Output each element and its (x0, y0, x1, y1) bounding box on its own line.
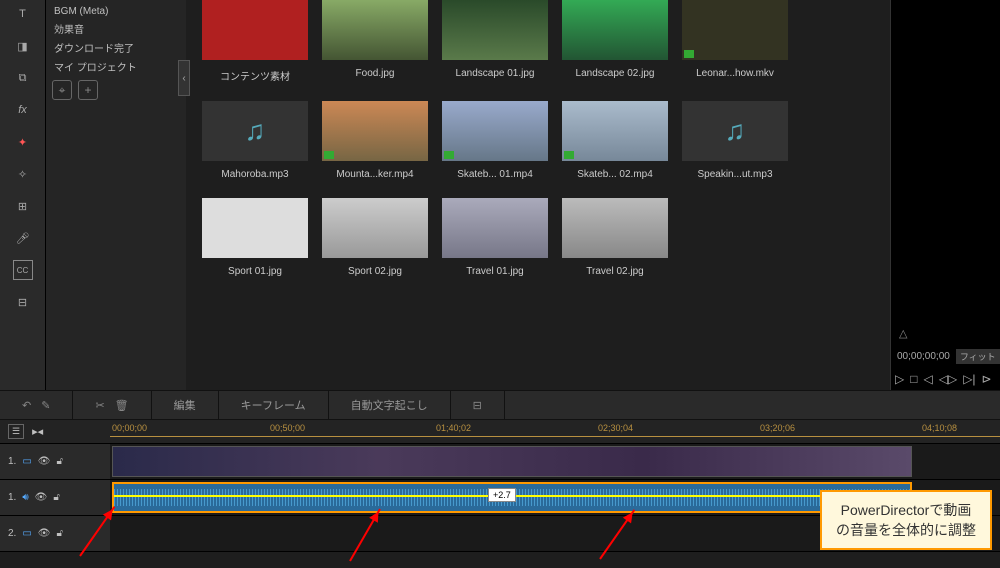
library-tree: BGM (Meta) 効果音 ダウンロード完了 マイ プロジェクト ‹ ⌖ + (46, 0, 186, 390)
next-icon[interactable]: ▷| (963, 372, 975, 386)
tree-item[interactable]: マイ プロジェクト (54, 57, 178, 76)
track-opts-icon[interactable]: ☰ (8, 424, 24, 439)
media-item[interactable]: Mahoroba.mp3 (202, 101, 308, 180)
media-item[interactable]: Landscape 01.jpg (442, 0, 548, 83)
media-tool-icon[interactable]: ⧉ (13, 68, 33, 88)
media-item[interactable]: Speakin...ut.mp3 (682, 101, 788, 180)
media-item[interactable]: Travel 02.jpg (562, 198, 668, 277)
timecode: 00;00;00;00 (897, 351, 950, 362)
media-item[interactable]: Mounta...ker.mp4 (322, 101, 428, 180)
media-item[interactable]: コンテンツ素材 (202, 0, 308, 83)
rec-icon[interactable]: ◁▷ (939, 372, 957, 386)
video-clip[interactable] (112, 446, 912, 477)
play-icon[interactable]: ▷ (895, 372, 904, 386)
volume-value: +2.7 (488, 488, 516, 502)
media-item[interactable]: Landscape 02.jpg (562, 0, 668, 83)
magic-tool-icon[interactable]: ✦ (13, 132, 33, 152)
media-item[interactable]: Skateb... 01.mp4 (442, 101, 548, 180)
media-item[interactable]: Skateb... 02.mp4 (562, 101, 668, 180)
snap-icon[interactable]: ▸◂ (32, 425, 43, 438)
end-icon[interactable]: ⊳ (982, 372, 992, 386)
more-icon[interactable]: ⊟ (473, 399, 482, 412)
video-track-icon[interactable]: ▭ (22, 456, 31, 467)
lock-icon[interactable]: 🔓︎ (57, 456, 63, 467)
media-item[interactable]: Sport 02.jpg (322, 198, 428, 277)
grid-tool-icon[interactable]: ⊟ (13, 292, 33, 312)
transcribe-button[interactable]: 自動文字起こし (351, 397, 428, 413)
eye-icon[interactable]: 👁︎ (35, 492, 48, 503)
trash-icon[interactable]: 🗑︎ (115, 399, 129, 412)
preview-panel: △ 00;00;00;00 フィット ▷ □ ◁ ◁▷ ▷| ⊳ (890, 0, 1000, 390)
lock-icon[interactable]: 🔓︎ (53, 492, 59, 503)
collapse-panel-icon[interactable]: ‹ (178, 60, 190, 96)
eye-icon[interactable]: 👁︎ (38, 456, 51, 467)
mic-tool-icon[interactable]: 🎤︎ (13, 228, 33, 248)
cut-icon[interactable]: ✂ (95, 399, 104, 412)
adjust-tool-icon[interactable]: ⊞ (13, 196, 33, 216)
keyframe-button[interactable]: キーフレーム (241, 397, 306, 413)
fx-tool-icon[interactable]: fx (13, 100, 33, 120)
tag-add-icon[interactable]: ⌖ (52, 80, 72, 100)
tree-item[interactable]: ダウンロード完了 (54, 38, 178, 57)
tag-tools: ⌖ + (52, 78, 98, 102)
text-tool-icon[interactable]: T (13, 4, 33, 24)
video-track-icon[interactable]: ▭ (22, 528, 31, 539)
undo-icon[interactable]: ↶ (22, 399, 31, 412)
sparkle-tool-icon[interactable]: ✧ (13, 164, 33, 184)
annotation-callout: PowerDirectorで動画 の音量を全体的に調整 (820, 490, 992, 550)
clip-tool-icon[interactable]: ◨ (13, 36, 33, 56)
stop-icon[interactable]: □ (910, 372, 917, 386)
media-item[interactable]: Travel 01.jpg (442, 198, 548, 277)
media-item[interactable]: Sport 01.jpg (202, 198, 308, 277)
media-item[interactable]: Leonar...how.mkv (682, 0, 788, 83)
marker-icon[interactable]: △ (899, 327, 907, 340)
media-item[interactable]: Food.jpg (322, 0, 428, 83)
tree-item[interactable]: 効果音 (54, 19, 178, 38)
audio-track-icon[interactable]: 🔊︎ (22, 492, 28, 503)
tree-item[interactable]: BGM (Meta) (54, 4, 178, 19)
eye-icon[interactable]: 👁︎ (38, 528, 51, 539)
video-track: 1.▭👁︎🔓︎ (0, 444, 1000, 480)
prev-icon[interactable]: ◁ (923, 372, 932, 386)
edit-button[interactable]: 編集 (174, 397, 196, 413)
fit-button[interactable]: フィット (956, 349, 1000, 364)
tag-plus-icon[interactable]: + (78, 80, 98, 100)
lock-icon[interactable]: 🔓︎ (57, 528, 63, 539)
brush-icon[interactable]: ✎ (41, 399, 50, 412)
cc-tool-icon[interactable]: CC (13, 260, 33, 280)
time-ruler[interactable]: 00;00;00 00;50;00 01;40;02 02;30;04 03;2… (110, 420, 1000, 444)
tool-sidebar: T ◨ ⧉ fx ✦ ✧ ⊞ 🎤︎ CC ⊟ (0, 0, 46, 390)
media-library: コンテンツ素材 Food.jpg Landscape 01.jpg Landsc… (186, 0, 890, 390)
edit-toolbar: ↶ ✎ ✂ 🗑︎ 編集 キーフレーム 自動文字起こし ⊟ (0, 390, 1000, 420)
